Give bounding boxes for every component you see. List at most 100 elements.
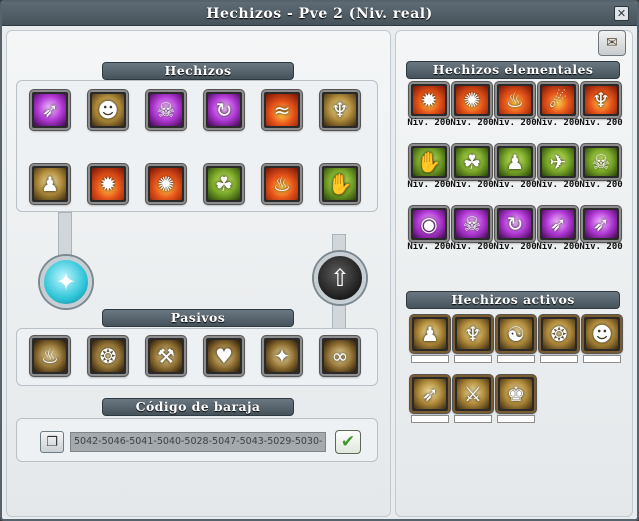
- wand-knob-icon[interactable]: ✦: [40, 256, 92, 308]
- active-spell-slot[interactable]: ♆: [453, 315, 493, 353]
- spell-level-label: Niv. 200: [536, 180, 580, 190]
- elemental-spell[interactable]: ☄ Niv. 200: [536, 82, 580, 130]
- fire-pillar-icon-glyph: ♨: [266, 168, 298, 200]
- elemental-spell-glyph: ♨: [499, 86, 531, 114]
- elemental-spell[interactable]: ✋ Niv. 200: [407, 144, 451, 192]
- elemental-spell-glyph: ↻: [499, 210, 531, 238]
- active-spell[interactable]: ♆: [453, 315, 493, 367]
- stat-boost-knob-icon[interactable]: ⇧: [314, 252, 366, 304]
- elemental-spell-slot[interactable]: ◉: [409, 206, 449, 242]
- elemental-spell[interactable]: ◉ Niv. 200: [407, 206, 451, 254]
- active-spell[interactable]: ❂: [539, 315, 579, 367]
- void-mask-icon-glyph: ☠: [150, 94, 182, 126]
- elemental-spell[interactable]: ➶ Niv. 200: [536, 206, 580, 254]
- active-spell-slot[interactable]: ☻: [582, 315, 622, 353]
- elemental-spell[interactable]: ✈ Niv. 200: [536, 144, 580, 192]
- fire-wave-icon[interactable]: ≈: [262, 90, 302, 130]
- deck-code-field[interactable]: 5042-5046-5041-5040-5028-5047-5043-5029-…: [70, 432, 326, 452]
- spell-level-label: Niv. 200: [493, 242, 537, 252]
- blood-rune-passive-icon-glyph: ✦: [266, 340, 298, 372]
- void-swirl-icon[interactable]: ↻: [204, 90, 244, 130]
- spell-level-label: Niv. 200: [536, 118, 580, 128]
- spell-level-label: Niv. 200: [407, 242, 451, 252]
- infinity-heart-passive-icon[interactable]: ∞: [320, 336, 360, 376]
- void-swirl-icon-glyph: ↻: [208, 94, 240, 126]
- elemental-spell-glyph: ☠: [585, 148, 617, 176]
- earth-figure-icon[interactable]: ♟: [30, 164, 70, 204]
- elemental-spell-slot[interactable]: ☘: [452, 144, 492, 180]
- elemental-spell[interactable]: ♨ Niv. 200: [493, 82, 537, 130]
- active-spell-slot[interactable]: ♟: [410, 315, 450, 353]
- active-spell-slot[interactable]: ♚: [496, 375, 536, 413]
- elemental-spell-slot[interactable]: ☄: [538, 82, 578, 118]
- active-spell[interactable]: ☯: [496, 315, 536, 367]
- active-spell[interactable]: ➶: [410, 375, 450, 427]
- spell-level-label: Niv. 200: [493, 180, 537, 190]
- elemental-spell[interactable]: ♟ Niv. 200: [493, 144, 537, 192]
- elemental-spell[interactable]: ✺ Niv. 200: [450, 82, 494, 130]
- nature-jump-icon[interactable]: ☘: [204, 164, 244, 204]
- elemental-spell[interactable]: ☠ Niv. 200: [579, 144, 623, 192]
- scroll-icon[interactable]: ✉: [598, 30, 626, 56]
- fire-burst-icon[interactable]: ✹: [88, 164, 128, 204]
- blood-rune-passive-icon[interactable]: ✦: [262, 336, 302, 376]
- spiral-passive-icon-glyph: ❂: [92, 340, 124, 372]
- active-spell[interactable]: ⚔: [453, 375, 493, 427]
- elemental-spell-slot[interactable]: ➶: [538, 206, 578, 242]
- active-spell-glyph: ⚔: [457, 379, 489, 409]
- active-spell[interactable]: ♚: [496, 375, 536, 427]
- copy-deck-icon[interactable]: ❐: [40, 431, 64, 453]
- elemental-spell-slot[interactable]: ♆: [581, 82, 621, 118]
- flame-aura-passive-icon[interactable]: ♨: [30, 336, 70, 376]
- elemental-spell[interactable]: ↻ Niv. 200: [493, 206, 537, 254]
- spell-level-label: Niv. 200: [579, 180, 623, 190]
- active-spell-bar: [497, 415, 535, 423]
- elemental-spell-slot[interactable]: ➶: [581, 206, 621, 242]
- elemental-spell[interactable]: ➶ Niv. 200: [579, 206, 623, 254]
- nature-claw-icon[interactable]: ✋: [320, 164, 360, 204]
- earth-golem-icon[interactable]: ☻: [88, 90, 128, 130]
- active-spell-bar: [411, 355, 449, 363]
- elemental-spell-slot[interactable]: ♨: [495, 82, 535, 118]
- active-spell-slot[interactable]: ⚔: [453, 375, 493, 413]
- elemental-spell-slot[interactable]: ✺: [452, 82, 492, 118]
- spell-level-label: Niv. 200: [536, 242, 580, 252]
- earth-wings-icon[interactable]: ♆: [320, 90, 360, 130]
- elemental-spell-slot[interactable]: ☠: [581, 144, 621, 180]
- elemental-spell[interactable]: ✹ Niv. 200: [407, 82, 451, 130]
- left-connector: [58, 212, 72, 260]
- hammer-passive-icon[interactable]: ⚒: [146, 336, 186, 376]
- close-icon[interactable]: ✕: [614, 6, 629, 21]
- elemental-spell-slot[interactable]: ☠: [452, 206, 492, 242]
- nature-claw-icon-glyph: ✋: [324, 168, 356, 200]
- earth-wings-icon-glyph: ♆: [324, 94, 356, 126]
- spell-level-label: Niv. 200: [450, 242, 494, 252]
- active-spell-slot[interactable]: ➶: [410, 375, 450, 413]
- elemental-spell-slot[interactable]: ✹: [409, 82, 449, 118]
- earth-golem-icon-glyph: ☻: [92, 94, 124, 126]
- wind-dash-icon[interactable]: ➶: [30, 90, 70, 130]
- elemental-spell-slot[interactable]: ✈: [538, 144, 578, 180]
- elemental-spell[interactable]: ☠ Niv. 200: [450, 206, 494, 254]
- void-mask-icon[interactable]: ☠: [146, 90, 186, 130]
- elemental-spell-slot[interactable]: ↻: [495, 206, 535, 242]
- confirm-deck-button[interactable]: ✔: [335, 430, 361, 454]
- active-spell-slot[interactable]: ❂: [539, 315, 579, 353]
- spell-level-label: Niv. 200: [493, 118, 537, 128]
- fire-hands-icon[interactable]: ✺: [146, 164, 186, 204]
- heart-hand-passive-icon[interactable]: ♥: [204, 336, 244, 376]
- title-bar[interactable]: Hechizos - Pve 2 (Niv. real) ✕: [2, 2, 637, 26]
- active-spell-bar: [454, 355, 492, 363]
- spiral-passive-icon[interactable]: ❂: [88, 336, 128, 376]
- active-spell[interactable]: ☻: [582, 315, 622, 367]
- elemental-spell[interactable]: ☘ Niv. 200: [450, 144, 494, 192]
- elemental-spell-glyph: ✋: [413, 148, 445, 176]
- active-spell-slot[interactable]: ☯: [496, 315, 536, 353]
- fire-pillar-icon[interactable]: ♨: [262, 164, 302, 204]
- elemental-spell[interactable]: ♆ Niv. 200: [579, 82, 623, 130]
- passives-banner: Pasivos: [102, 309, 294, 327]
- active-spell[interactable]: ♟: [410, 315, 450, 367]
- elemental-spell-slot[interactable]: ✋: [409, 144, 449, 180]
- elemental-spell-glyph: ♟: [499, 148, 531, 176]
- elemental-spell-slot[interactable]: ♟: [495, 144, 535, 180]
